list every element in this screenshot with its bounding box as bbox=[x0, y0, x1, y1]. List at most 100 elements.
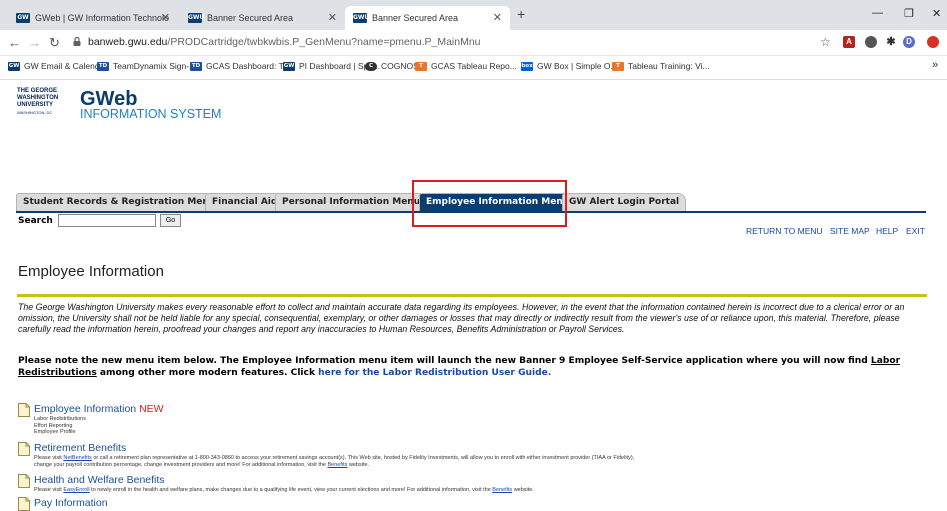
puzzle-extensions-icon[interactable]: ✱ bbox=[885, 36, 897, 48]
close-icon[interactable]: ✕ bbox=[493, 11, 502, 24]
update-icon[interactable] bbox=[927, 36, 939, 48]
exit-link[interactable]: EXIT bbox=[906, 226, 925, 236]
url-host: banweb.gwu.edu bbox=[88, 36, 168, 48]
gw-favicon-icon: GW bbox=[8, 61, 20, 71]
bookmark-label: GW Box | Simple O... bbox=[537, 61, 618, 71]
browser-tab-label: Banner Secured Area bbox=[207, 13, 294, 23]
menu-link-employee-information[interactable]: Employee Information NEW bbox=[34, 403, 164, 415]
cognos-favicon-icon: C bbox=[365, 61, 377, 71]
bookmark-label: COGNOS bbox=[381, 61, 419, 71]
gw-favicon-icon: GW bbox=[16, 13, 30, 23]
site-subtitle: INFORMATION SYSTEM bbox=[80, 107, 222, 121]
logo-line: WASHINGTON bbox=[17, 95, 59, 101]
bookmark-label: Tableau Training: Vi... bbox=[628, 61, 710, 71]
document-icon bbox=[18, 474, 30, 488]
lock-icon bbox=[73, 37, 81, 46]
site-map-link[interactable]: SITE MAP bbox=[830, 226, 870, 236]
tableau-favicon-icon: T bbox=[415, 61, 427, 71]
menu-title: Employee Information bbox=[34, 403, 137, 415]
td-favicon-icon: TD bbox=[190, 61, 202, 71]
search-label: Search bbox=[18, 216, 53, 226]
browser-tab-strip: GW GWeb | GW Information Technolo ✕ GWU … bbox=[0, 0, 947, 30]
help-link[interactable]: HELP bbox=[876, 226, 898, 236]
text: Please visit bbox=[34, 455, 64, 461]
return-to-menu-link[interactable]: RETURN TO MENU bbox=[746, 226, 823, 236]
search-input[interactable] bbox=[58, 214, 156, 227]
tableau-favicon-icon: T bbox=[612, 61, 624, 71]
bookmark-teamdynamix[interactable]: TD TeamDynamix Sign-... bbox=[97, 61, 196, 71]
bookmark-label: GCAS Tableau Repo... bbox=[431, 61, 517, 71]
new-tab-icon[interactable]: + bbox=[517, 6, 525, 22]
menu-link-retirement-benefits[interactable]: Retirement Benefits bbox=[34, 442, 126, 454]
document-icon bbox=[18, 442, 30, 456]
bookmark-gw-email[interactable]: GW GW Email & Calend... bbox=[8, 61, 107, 71]
forward-icon[interactable]: → bbox=[28, 35, 41, 50]
logo-line: WASHINGTON, DC bbox=[17, 110, 53, 115]
easyenroll-link[interactable]: EasyEnroll bbox=[63, 487, 89, 493]
close-icon[interactable]: ✕ bbox=[161, 11, 170, 24]
browser-tab-label: Banner Secured Area bbox=[372, 13, 459, 23]
menu-link-pay-information[interactable]: Pay Information bbox=[34, 497, 108, 509]
tab-personal-information[interactable]: Personal Information Menu bbox=[275, 193, 428, 211]
benefits-link[interactable]: Benefits bbox=[328, 462, 348, 468]
gwu-logo[interactable]: THE GEORGE WASHINGTON UNIVERSITY WASHING… bbox=[17, 88, 77, 116]
bookmark-star-icon[interactable]: ☆ bbox=[820, 35, 831, 49]
document-icon bbox=[18, 497, 30, 511]
bookmark-label: GCAS Dashboard: T... bbox=[206, 61, 290, 71]
user-guide-link[interactable]: here for the Labor Redistribution User G… bbox=[318, 368, 551, 378]
notice-mid: among other more modern features. Click bbox=[96, 367, 319, 378]
logo-line: UNIVERSITY bbox=[17, 102, 54, 108]
browser-tab-label: GWeb | GW Information Technolo bbox=[35, 13, 170, 23]
document-icon bbox=[18, 403, 30, 417]
avatar[interactable]: D bbox=[903, 36, 915, 48]
gwu-favicon-icon: GWU bbox=[188, 13, 205, 23]
restore-icon[interactable]: ❐ bbox=[904, 7, 914, 20]
sub-item-employee-profile: Employee Profile bbox=[34, 429, 76, 435]
back-icon[interactable]: ← bbox=[8, 35, 21, 50]
extension-icon[interactable] bbox=[865, 36, 877, 48]
benefits-link[interactable]: Benefits bbox=[492, 487, 512, 493]
reload-icon[interactable]: ↻ bbox=[49, 35, 60, 51]
tab-student-records[interactable]: Student Records & Registration Menu bbox=[16, 193, 223, 211]
bookmark-label: TeamDynamix Sign-... bbox=[113, 61, 197, 71]
bookmark-tableau-training[interactable]: T Tableau Training: Vi... bbox=[612, 61, 710, 71]
bookmarks-bar: GW GW Email & Calend... TD TeamDynamix Sig… bbox=[0, 56, 947, 80]
browser-tab-banner-1[interactable]: GWU Banner Secured Area ✕ bbox=[180, 6, 345, 30]
notice-pre: Please note the new menu item below. The… bbox=[18, 356, 871, 366]
bookmark-gcas-dashboard[interactable]: TD GCAS Dashboard: T... bbox=[190, 61, 290, 71]
text: or call a retirement plan representative… bbox=[91, 455, 635, 461]
browser-tab-banner-2[interactable]: GWU Banner Secured Area ✕ bbox=[345, 6, 510, 30]
menu-link-health-welfare-benefits[interactable]: Health and Welfare Benefits bbox=[34, 474, 165, 486]
bookmark-gw-box[interactable]: box GW Box | Simple O... bbox=[521, 61, 618, 71]
logo-line: THE GEORGE bbox=[17, 88, 58, 94]
close-icon[interactable]: ✕ bbox=[328, 11, 337, 24]
go-button[interactable]: Go bbox=[160, 214, 181, 227]
bookmark-label: GW Email & Calend... bbox=[24, 61, 107, 71]
url-field[interactable]: banweb.gwu.edu/PRODCartridge/twbkwbis.P_… bbox=[88, 36, 481, 48]
text: to newly enroll in the health and welfar… bbox=[89, 487, 493, 493]
disclaimer-text: The George Washington University makes e… bbox=[18, 302, 905, 334]
netbenefits-link[interactable]: NetBenefits bbox=[63, 455, 91, 461]
gwu-favicon-icon: GWU bbox=[353, 13, 370, 23]
bookmarks-overflow-icon[interactable]: » bbox=[932, 59, 938, 71]
new-badge: NEW bbox=[139, 403, 164, 415]
tab-gw-alert[interactable]: GW Alert Login Portal bbox=[562, 193, 687, 211]
pdf-extension-icon[interactable]: A bbox=[843, 36, 855, 48]
tab-financial-aid[interactable]: Financial Aid bbox=[205, 193, 285, 211]
td-favicon-icon: TD bbox=[97, 61, 109, 71]
url-path: /PRODCartridge/twbkwbis.P_GenMenu?name=p… bbox=[167, 36, 481, 48]
text: website. bbox=[347, 461, 370, 468]
text: Please visit bbox=[34, 487, 64, 493]
address-bar: ← → ↻ banweb.gwu.edu/PRODCartridge/twbkw… bbox=[0, 30, 947, 56]
bookmark-gcas-tableau[interactable]: T GCAS Tableau Repo... bbox=[415, 61, 517, 71]
section-divider bbox=[17, 294, 927, 297]
notice-text: Please note the new menu item below. The… bbox=[18, 356, 930, 379]
close-window-icon[interactable]: ✕ bbox=[932, 7, 941, 20]
annotation-highlight-box bbox=[412, 180, 567, 227]
browser-tab-gweb[interactable]: GW GWeb | GW Information Technolo ✕ bbox=[8, 6, 178, 30]
gw-favicon-icon: GW bbox=[283, 61, 295, 71]
health-description-line: Please visit EasyEnroll to newly enroll … bbox=[34, 487, 534, 494]
minimize-icon[interactable]: — bbox=[872, 7, 883, 19]
text: change your payroll contribution percent… bbox=[34, 461, 328, 468]
bookmark-cognos[interactable]: C COGNOS bbox=[365, 61, 419, 71]
